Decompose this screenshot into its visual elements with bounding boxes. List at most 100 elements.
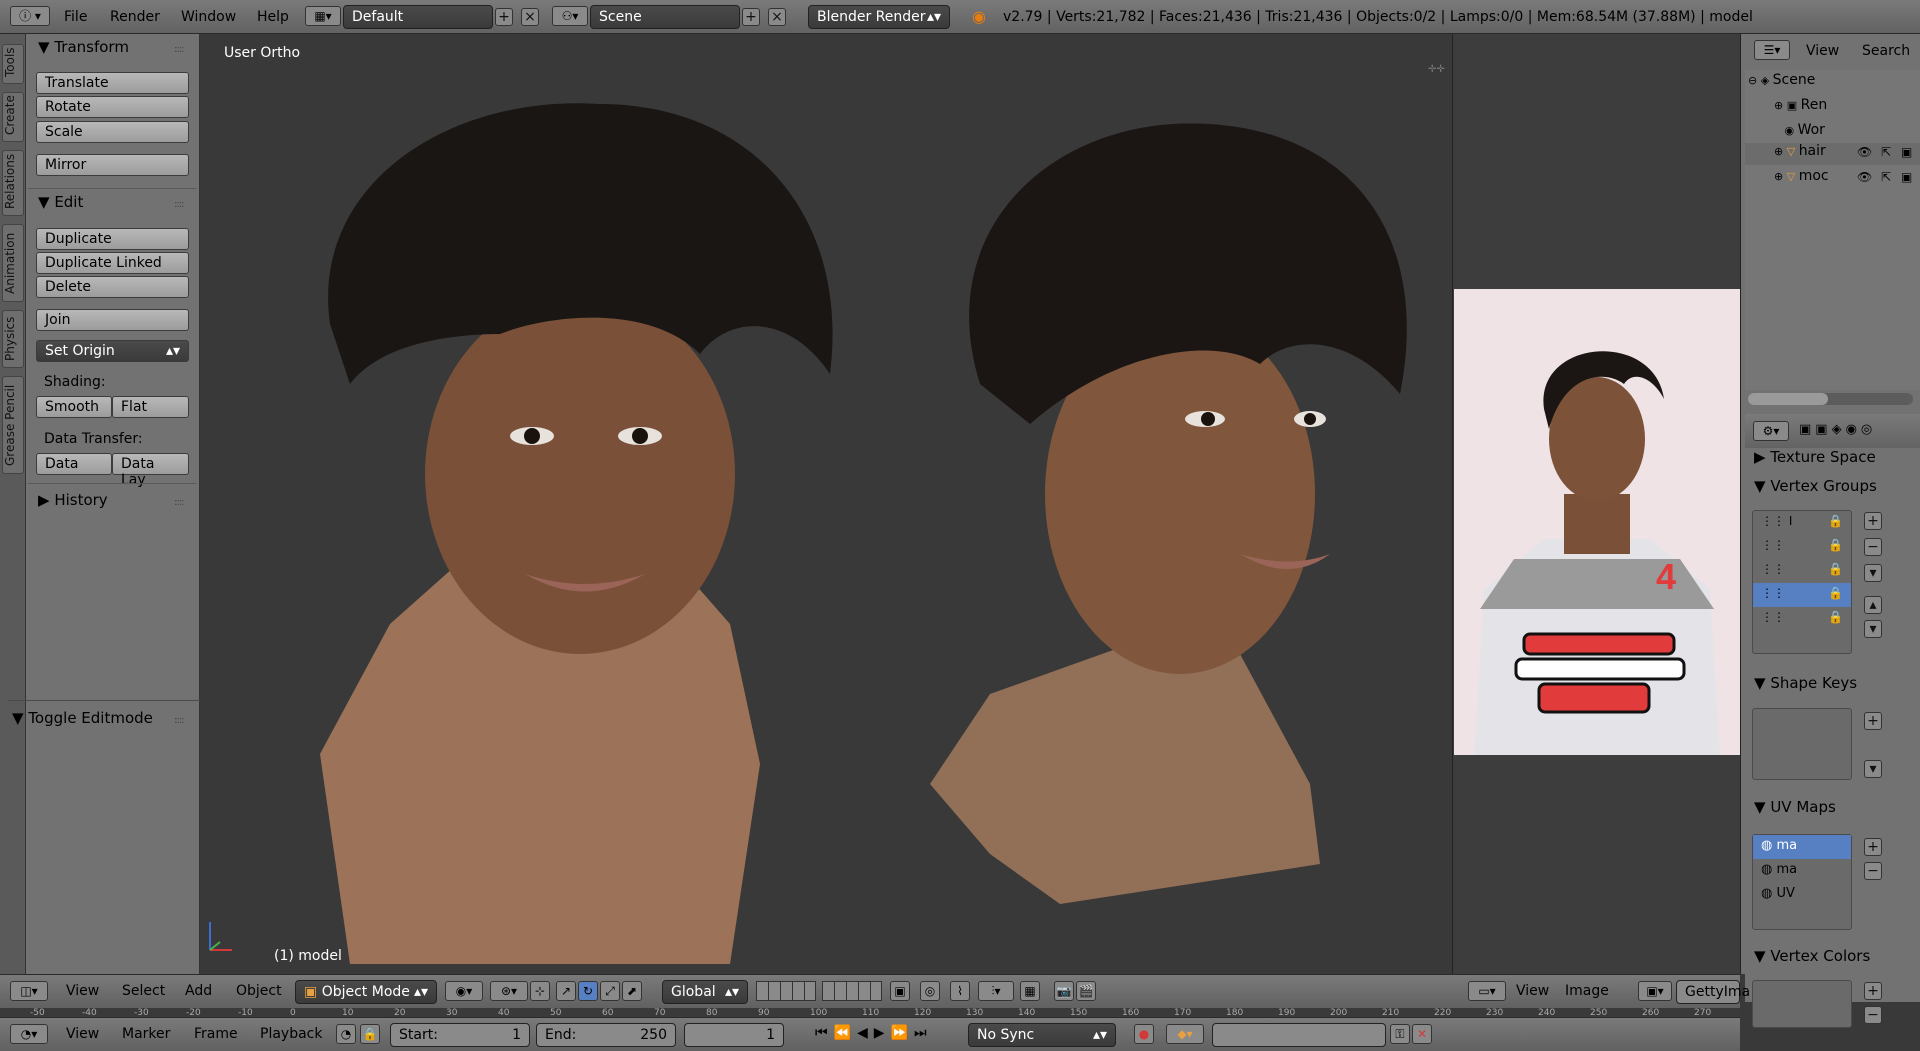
lock-layer-icon[interactable]: ▣ [890, 981, 910, 1001]
image-editor[interactable]: 4 [1452, 34, 1740, 974]
flat-button[interactable]: Flat [112, 396, 189, 418]
cursor-select-icon[interactable]: ⇱ [1881, 170, 1891, 184]
translate-button[interactable]: Translate [36, 72, 189, 94]
add-icon[interactable]: + [1864, 982, 1882, 1000]
editor-type-icon[interactable]: ◫▾ [10, 981, 48, 1001]
start-frame-field[interactable]: Start: 1 [390, 1023, 530, 1047]
move-down-icon[interactable]: ▾ [1864, 620, 1882, 638]
tab-create[interactable]: Create [2, 92, 24, 142]
add-scene-icon[interactable]: + [742, 8, 760, 26]
vertex-colors-list[interactable] [1752, 980, 1852, 1028]
set-origin-dropdown[interactable]: Set Origin ▴▾ [36, 340, 189, 362]
outliner-scroll-thumb[interactable] [1748, 393, 1828, 405]
eye-icon[interactable]: 👁 [1857, 145, 1872, 159]
menu-file[interactable]: File [64, 9, 87, 25]
remove-icon[interactable]: − [1864, 1006, 1882, 1024]
insert-keyframe-icon[interactable]: ⚿ [1390, 1024, 1410, 1044]
menu-help[interactable]: Help [257, 9, 289, 25]
duplicate-linked-button[interactable]: Duplicate Linked [36, 252, 189, 274]
render-engine-select[interactable]: Blender Render ▴▾ [808, 5, 950, 29]
sync-select[interactable]: No Sync ▴▾ [968, 1023, 1116, 1047]
timeline-menu-playback[interactable]: Playback [260, 1026, 322, 1042]
render-anim-icon[interactable]: 🎬 [1076, 981, 1096, 1001]
layer-buttons[interactable] [756, 981, 816, 1001]
outliner-row-render[interactable]: ⊕ ▣ Ren [1774, 97, 1918, 117]
scene-icon[interactable]: ⚇▾ [552, 6, 588, 26]
remove-layout-icon[interactable]: × [521, 8, 539, 26]
scale-manipulator-icon[interactable]: ⤢ [600, 981, 620, 1001]
list-item[interactable]: ⋮⋮ I 🔒 [1753, 511, 1851, 535]
drag-handle-icon[interactable]: :::: [174, 715, 185, 726]
mode-select[interactable]: ▣ Object Mode ▴▾ [295, 980, 437, 1004]
keying-icon[interactable]: ◆▾ [1166, 1024, 1204, 1044]
delete-button[interactable]: Delete [36, 276, 189, 298]
tab-relations[interactable]: Relations [2, 150, 24, 216]
history-header[interactable]: ▶ History [38, 491, 108, 509]
toggle-editmode-header[interactable]: ▼ Toggle Editmode [12, 709, 153, 727]
edit-header[interactable]: ▼ Edit [38, 193, 83, 211]
tab-animation[interactable]: Animation [2, 224, 24, 302]
rotate-manipulator-icon[interactable]: ↻ [578, 981, 598, 1001]
uv-maps-list[interactable]: ◍ ma ◍ ma ◍ UV [1752, 834, 1852, 930]
vertex-colors-header[interactable]: ▼ Vertex Colors [1754, 947, 1870, 965]
layer-buttons[interactable] [822, 981, 882, 1001]
mirror-button[interactable]: Mirror [36, 154, 189, 176]
cursor-select-icon[interactable]: ⇱ [1881, 145, 1891, 159]
timeline-ruler[interactable]: -50 -40 -30 -20 -10 0 10 20 30 40 50 60 70 80 90 100 110… [0, 1008, 1740, 1017]
dropdown-icon[interactable]: ▾ [1864, 760, 1882, 778]
outliner-row-model[interactable]: ⊕ ▽ moc 👁 ⇱ ▣ [1745, 168, 1920, 190]
menu-select[interactable]: Select [122, 983, 165, 999]
remove-icon[interactable]: − [1864, 862, 1882, 880]
eye-icon[interactable]: 👁 [1857, 170, 1872, 184]
image-name-field[interactable]: GettyIma [1676, 980, 1750, 1004]
transform-header[interactable]: ▼ Transform [38, 38, 129, 56]
uv-maps-header[interactable]: ▼ UV Maps [1754, 798, 1836, 816]
list-item[interactable]: ◍ ma [1753, 835, 1851, 859]
dropdown-icon[interactable]: ▾ [1864, 564, 1882, 582]
menu-add[interactable]: Add [185, 983, 212, 999]
menu-object[interactable]: Object [236, 983, 282, 999]
rotate-button[interactable]: Rotate [36, 96, 189, 118]
list-item[interactable]: ⋮⋮ 🔒 [1753, 535, 1851, 559]
outliner-row-world[interactable]: ◉ Wor [1774, 122, 1918, 142]
menu-render[interactable]: Render [110, 9, 160, 25]
outliner-row-hair[interactable]: ⊕ ▽ hair 👁 ⇱ ▣ [1745, 143, 1920, 165]
timeline-menu-frame[interactable]: Frame [194, 1026, 238, 1042]
render-still-icon[interactable]: 📷 [1054, 981, 1074, 1001]
smooth-button[interactable]: Smooth [36, 396, 112, 418]
move-up-icon[interactable]: ▴ [1864, 596, 1882, 614]
duplicate-button[interactable]: Duplicate [36, 228, 189, 250]
playback-controls-icon[interactable]: ⏮⏪◀▶⏩⏭ [815, 1025, 933, 1041]
3d-viewport[interactable]: User Ortho (1) model ✛✛ [200, 34, 1452, 974]
proportional-edit-icon[interactable]: ◎ [920, 981, 940, 1001]
timeline-menu-view[interactable]: View [66, 1026, 99, 1042]
viewport-shading-icon[interactable]: ◉▾ [445, 981, 483, 1001]
add-layout-icon[interactable]: + [495, 8, 513, 26]
snap-icon[interactable]: ⌇ [950, 981, 970, 1001]
info-editor-icon[interactable]: ⓘ ▾ [10, 6, 50, 26]
image-browse-icon[interactable]: ▣▾ [1638, 981, 1672, 1001]
camera-render-icon[interactable]: ▣ [1901, 145, 1912, 159]
drag-handle-icon[interactable]: :::: [174, 44, 185, 55]
menu-view[interactable]: View [66, 983, 99, 999]
pivot-point-icon[interactable]: ⊛▾ [490, 981, 528, 1001]
tab-physics[interactable]: Physics [2, 310, 24, 368]
vertex-groups-list[interactable]: ⋮⋮ I 🔒 ⋮⋮ 🔒 ⋮⋮ 🔒 ⋮⋮ 🔒 ⋮⋮ 🔒 [1752, 510, 1852, 654]
drag-handle-icon[interactable]: :::: [174, 497, 185, 508]
translate-manipulator-icon[interactable]: ↗ [556, 981, 576, 1001]
camera-render-icon[interactable]: ▣ [1901, 170, 1912, 184]
outliner-row-scene[interactable]: ⊖ ◈ Scene [1748, 72, 1918, 92]
outliner-view-menu[interactable]: View [1806, 43, 1839, 59]
end-frame-field[interactable]: End: 250 [536, 1023, 676, 1047]
timeline-menu-marker[interactable]: Marker [122, 1026, 170, 1042]
add-icon[interactable]: + [1864, 712, 1882, 730]
scene-select[interactable]: Scene [590, 5, 740, 29]
timeline-editor-icon[interactable]: ◔▾ [10, 1024, 48, 1044]
delete-keyframe-icon[interactable]: ✕ [1412, 1024, 1432, 1044]
outliner-scrollbar[interactable] [1748, 393, 1913, 405]
outliner-editor-icon[interactable]: ☰▾ [1754, 40, 1790, 60]
tab-tools[interactable]: Tools [2, 44, 24, 84]
layout-icon[interactable]: ▦▾ [305, 6, 341, 26]
join-button[interactable]: Join [36, 309, 189, 331]
list-item[interactable]: ◍ UV [1753, 883, 1851, 907]
